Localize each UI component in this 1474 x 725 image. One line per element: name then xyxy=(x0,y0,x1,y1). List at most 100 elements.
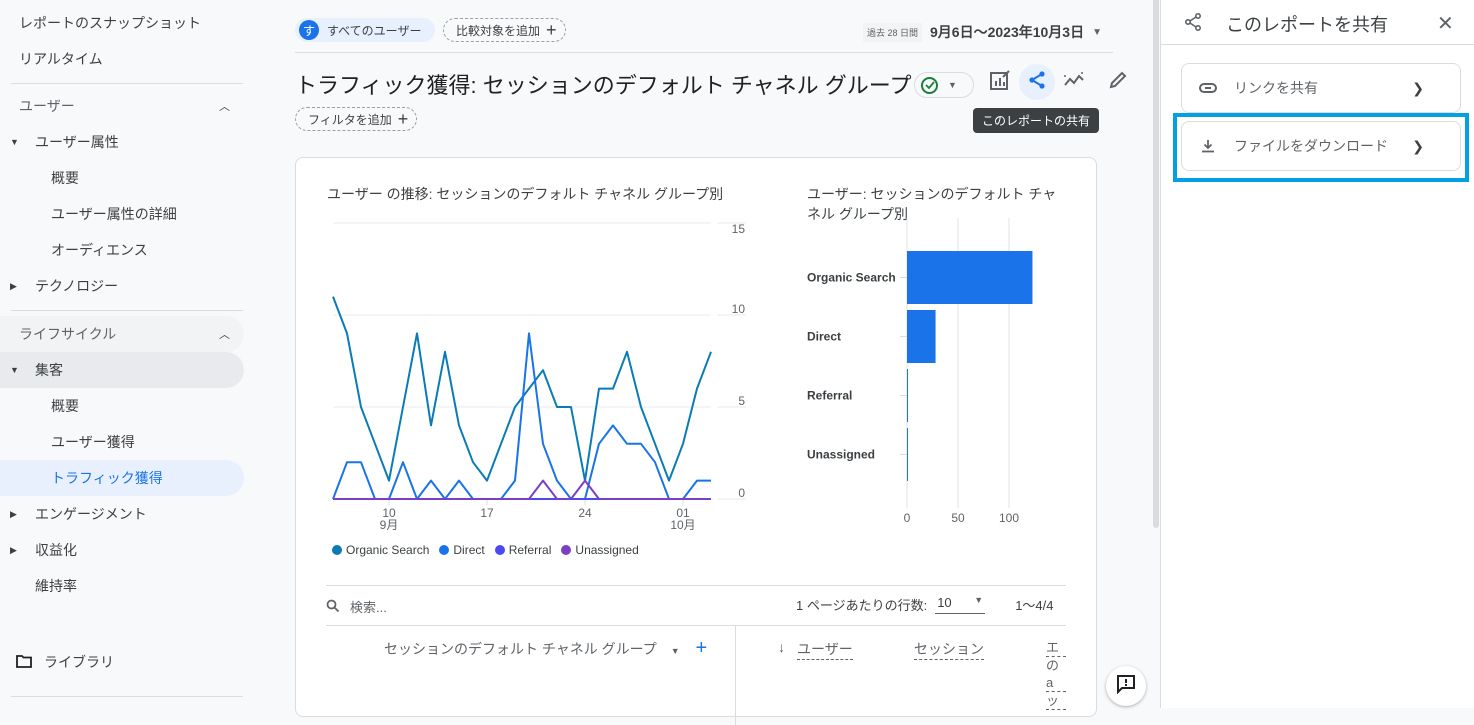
caret-down-icon: ▼ xyxy=(948,80,957,90)
y-tick-label: 10 xyxy=(732,302,746,316)
sidebar-item-user-acquisition[interactable]: ユーザー獲得 xyxy=(0,424,135,460)
sidebar-item-label: オーディエンス xyxy=(51,242,148,258)
sidebar-group-acquisition[interactable]: ▼ 集客 xyxy=(0,352,244,388)
chevron-up-icon: ︿ xyxy=(219,329,230,341)
share-report-button[interactable] xyxy=(1019,64,1055,100)
page-title: トラフィック獲得: セッションのデフォルト チャネル グループ xyxy=(295,73,912,98)
section-label: ライフサイクル xyxy=(19,326,117,342)
bar-unassigned xyxy=(907,428,909,481)
legend-dot xyxy=(494,545,505,555)
bar-direct xyxy=(907,310,936,363)
share-icon xyxy=(1183,12,1203,37)
plus-icon: + xyxy=(546,20,557,40)
column-header-fragment: ッ xyxy=(1046,692,1066,710)
chevron-up-icon: ︿ xyxy=(219,101,230,113)
option-label: リンクを共有 xyxy=(1234,80,1318,96)
legend-dot xyxy=(439,545,450,555)
add-filter-button[interactable]: フィルタを追加 + xyxy=(295,107,418,131)
search-input[interactable]: 検索... xyxy=(350,597,387,616)
folder-icon xyxy=(16,654,32,671)
legend-item[interactable]: Unassigned xyxy=(561,543,639,557)
sidebar-item-label: エンゲージメント xyxy=(35,506,147,522)
x-tick-label: 100 xyxy=(999,511,1019,525)
add-dimension-icon[interactable]: + xyxy=(696,637,708,659)
close-icon[interactable]: ✕ xyxy=(1437,11,1454,36)
legend-item[interactable]: Organic Search xyxy=(332,543,429,557)
legend-dot xyxy=(561,545,572,555)
date-range-picker[interactable]: 過去 28 日間 9月6日〜2023年10月3日 ▼ xyxy=(863,22,1102,42)
column-header-fragment: のa xyxy=(1046,657,1066,692)
add-comparison-button[interactable]: 比較対象を追加 + xyxy=(443,18,566,42)
x-tick-sublabel: 9月 xyxy=(380,518,399,532)
divider xyxy=(11,696,243,697)
insights-button[interactable] xyxy=(1056,64,1092,100)
series-line-organic-search xyxy=(332,296,712,482)
caret-down-icon: ▼ xyxy=(10,137,19,147)
legend-label: Unassigned xyxy=(575,543,639,557)
sidebar-item-snapshot[interactable]: レポートのスナップショット xyxy=(0,5,201,41)
sidebar-item-label: レポートのスナップショット xyxy=(19,15,201,31)
category-label: Organic Search xyxy=(807,271,896,285)
rows-per-page-value: 10 xyxy=(937,595,952,610)
link-icon xyxy=(1198,83,1218,93)
column-header-users[interactable]: ユーザー xyxy=(797,639,853,660)
legend-item[interactable]: Direct xyxy=(439,543,485,557)
sidebar-item-audience[interactable]: オーディエンス xyxy=(0,232,148,268)
divider xyxy=(295,52,1113,53)
edit-button[interactable] xyxy=(1100,64,1136,100)
caret-down-icon: ▼ xyxy=(670,646,680,656)
sidebar-item-label: トラフィック獲得 xyxy=(51,470,163,486)
sidebar-item-acq-overview[interactable]: 概要 xyxy=(0,388,79,424)
share-link-option[interactable]: リンクを共有 ❯ xyxy=(1181,63,1461,113)
sidebar-item-demographic-details[interactable]: ユーザー属性の詳細 xyxy=(0,196,177,232)
sidebar-item-retention[interactable]: 維持率 xyxy=(0,568,77,604)
segment-avatar: す xyxy=(299,20,319,40)
share-panel-header: このレポートを共有 ✕ xyxy=(1161,0,1474,45)
check-circle-icon xyxy=(921,76,938,94)
sidebar-item-realtime[interactable]: リアルタイム xyxy=(0,41,103,77)
share-panel-title: このレポートを共有 xyxy=(1226,15,1388,35)
pencil-icon xyxy=(1108,70,1128,95)
rows-per-page-select[interactable]: 10 ▼ xyxy=(935,595,986,614)
sidebar-group-engagement[interactable]: ▶ エンゲージメント xyxy=(0,496,147,532)
segment-chip-all-users[interactable]: す すべてのユーザー xyxy=(295,18,436,42)
edit-chart-icon xyxy=(989,69,1011,96)
legend-item[interactable]: Referral xyxy=(494,543,551,557)
sidebar-item-label: リアルタイム xyxy=(19,51,103,67)
sidebar-group-monetization[interactable]: ▶ 収益化 xyxy=(0,532,77,568)
sidebar-item-traffic-acquisition[interactable]: トラフィック獲得 xyxy=(0,460,244,496)
bar-referral xyxy=(907,369,909,422)
sidebar-item-label: ユーザー属性 xyxy=(35,134,119,150)
category-label: Direct xyxy=(807,330,841,344)
divider xyxy=(326,585,1066,586)
sidebar-item-label: 収益化 xyxy=(35,542,77,558)
dimension-column-header[interactable]: セッションのデフォルト チャネル グループ ▼ + xyxy=(384,637,708,659)
divider xyxy=(326,625,1066,626)
section-user-header[interactable]: ユーザー ︿ xyxy=(0,88,244,124)
rows-per-page-label: 1 ページあたりの行数: xyxy=(796,598,928,613)
sidebar-group-demographics[interactable]: ▼ ユーザー属性 xyxy=(0,124,119,160)
column-header-sessions[interactable]: セッション xyxy=(914,639,984,660)
chevron-right-icon: ❯ xyxy=(1412,79,1424,96)
highlight-box xyxy=(1173,113,1469,182)
feedback-button[interactable] xyxy=(1106,666,1146,706)
section-lifecycle-header[interactable]: ライフサイクル ︿ xyxy=(0,316,244,352)
report-status-dropdown[interactable]: ▼ xyxy=(914,72,974,98)
column-divider xyxy=(735,625,736,725)
sidebar-item-label: ユーザー獲得 xyxy=(51,434,135,450)
insights-sparkle-icon xyxy=(1062,70,1086,95)
search-icon xyxy=(326,599,340,616)
main-scrollbar[interactable] xyxy=(1153,0,1159,528)
column-header-engaged-sessions[interactable]: エ のa ッ xyxy=(1046,639,1066,710)
dimension-header-label: セッションのデフォルト チャネル グループ xyxy=(384,641,657,657)
share-panel: このレポートを共有 ✕ リンクを共有 ❯ ファイルをダウンロード ❯ xyxy=(1160,0,1474,708)
share-tooltip: このレポートの共有 xyxy=(973,108,1100,133)
sidebar: レポートのスナップショット リアルタイム ユーザー ︿ ▼ ユーザー属性 概要 … xyxy=(0,0,260,708)
sidebar-item-library[interactable]: ライブラリ xyxy=(0,644,114,680)
y-tick-label: 0 xyxy=(738,486,745,500)
sidebar-item-overview[interactable]: 概要 xyxy=(0,160,79,196)
customize-report-button[interactable] xyxy=(982,64,1018,100)
sidebar-group-technology[interactable]: ▶ テクノロジー xyxy=(0,268,118,304)
date-range-text: 9月6日〜2023年10月3日 xyxy=(930,24,1085,40)
divider xyxy=(11,310,243,311)
